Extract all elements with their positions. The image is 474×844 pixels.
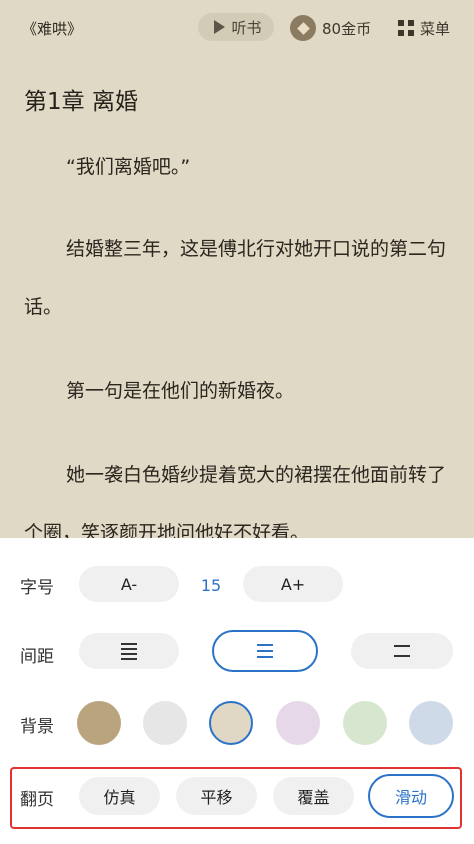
spacing-loose-button[interactable]: [351, 633, 453, 669]
spacing-compact-icon: [121, 642, 137, 660]
reader-topbar: 《难哄》 听书 80金币 菜单: [0, 0, 474, 56]
font-size-value: 15: [200, 576, 222, 595]
book-title: 《难哄》: [22, 20, 83, 38]
paragraph: 第一句是在他们的新婚夜。: [66, 380, 295, 402]
spacing-label: 间距: [20, 647, 54, 667]
page-turn-scroll-button[interactable]: 滑动: [368, 774, 454, 818]
spacing-loose-icon: [394, 645, 410, 657]
page-turn-label: 翻页: [20, 790, 54, 810]
coins-label: 80金币: [322, 19, 372, 38]
paragraph: “我们离婚吧。”: [66, 156, 191, 178]
page-turn-simulation-button[interactable]: 仿真: [79, 777, 160, 815]
spacing-medium-icon: [257, 644, 273, 658]
reader-view[interactable]: 《难哄》 听书 80金币 菜单 第1章 离婚 “我们离婚吧。” 结婚整三年，这是…: [0, 0, 474, 538]
background-swatch-gray[interactable]: [143, 701, 187, 745]
background-label: 背景: [20, 717, 54, 737]
menu-button[interactable]: 菜单: [398, 14, 450, 42]
background-swatch-tan[interactable]: [77, 701, 121, 745]
background-swatch-beige[interactable]: [209, 701, 253, 745]
spacing-medium-button[interactable]: [212, 630, 318, 672]
listen-button[interactable]: 听书: [198, 13, 274, 41]
paragraph: 她一袭白色婚纱提着宽大的裙摆在他面前转了个圈，笑逐颜开地问他好不好看。: [24, 464, 447, 538]
grid-menu-icon: [398, 20, 414, 36]
coin-icon: [290, 15, 316, 41]
font-decrease-button[interactable]: A-: [79, 566, 179, 602]
play-icon: [214, 20, 226, 34]
coins-button[interactable]: 80金币: [290, 14, 371, 42]
spacing-compact-button[interactable]: [79, 633, 179, 669]
page-turn-cover-button[interactable]: 覆盖: [273, 777, 354, 815]
font-increase-button[interactable]: A+: [243, 566, 343, 602]
page-turn-slide-button[interactable]: 平移: [176, 777, 257, 815]
background-swatch-green[interactable]: [343, 701, 387, 745]
background-swatch-blue[interactable]: [409, 701, 453, 745]
menu-label: 菜单: [420, 19, 451, 38]
paragraph: 结婚整三年，这是傅北行对她开口说的第二句话。: [24, 238, 447, 318]
listen-label: 听书: [231, 18, 262, 37]
font-size-label: 字号: [20, 578, 54, 598]
background-swatch-pink[interactable]: [276, 701, 320, 745]
chapter-title: 第1章 离婚: [24, 89, 138, 115]
